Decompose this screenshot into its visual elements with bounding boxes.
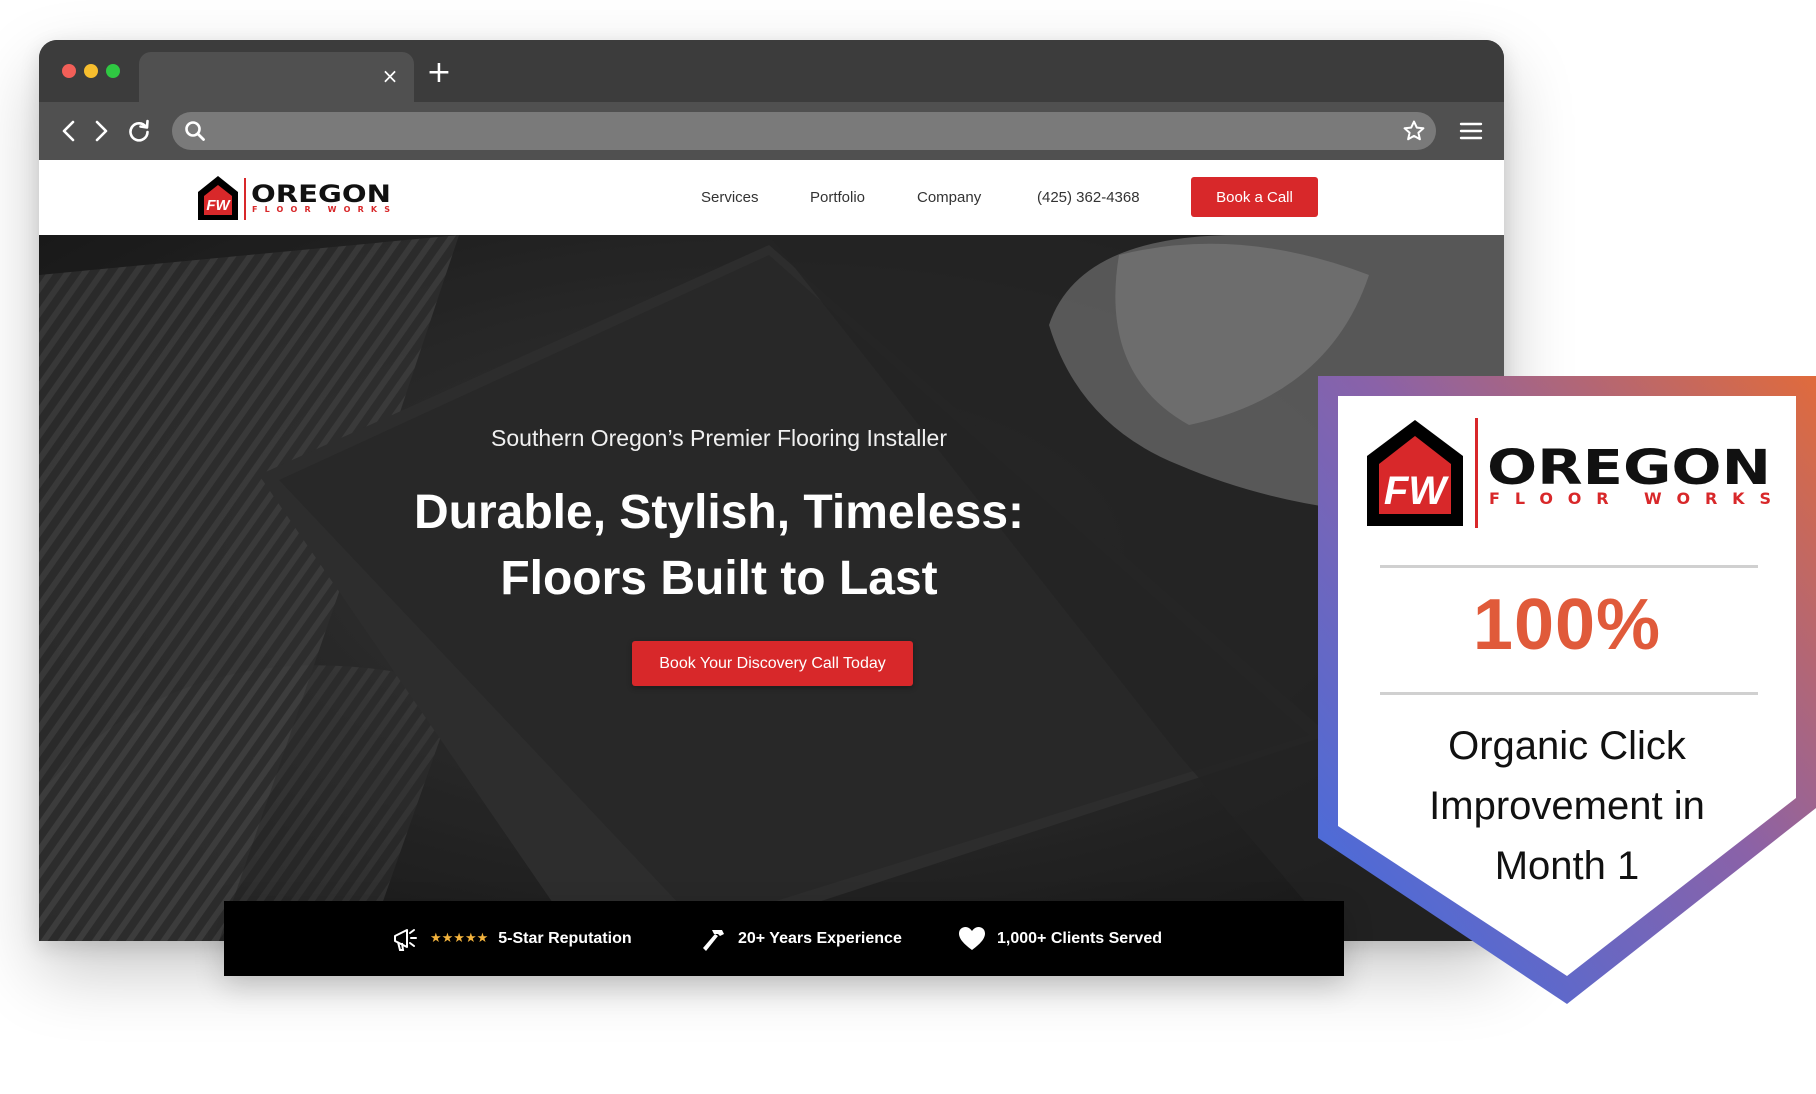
search-icon [182, 118, 208, 144]
badge-logo: FW OREGON FLOOR WORKS [1365, 416, 1775, 531]
badge-caption: Organic Click Improvement in Month 1 [1362, 716, 1772, 896]
hammer-icon [703, 929, 724, 951]
browser-toolbar [39, 102, 1504, 160]
heart-icon [959, 926, 985, 950]
hero-section: Southern Oregon’s Premier Flooring Insta… [39, 235, 1504, 941]
nav-phone[interactable]: (425) 362-4368 [1037, 189, 1140, 206]
badge-divider-bottom [1380, 692, 1758, 695]
badge-caption-line-3: Month 1 [1494, 844, 1640, 888]
stat-clients: 1,000+ Clients Served [957, 901, 1162, 976]
badge-logo-monogram: FW [1384, 469, 1449, 513]
badge-logo-name: OREGON [1487, 440, 1771, 496]
site-logo[interactable]: FW OREGON FLOOR WORKS [196, 172, 396, 224]
window-maximize-dot[interactable] [106, 64, 120, 78]
hero-subtitle: Southern Oregon’s Premier Flooring Insta… [491, 425, 947, 451]
book-discovery-call-button[interactable]: Book Your Discovery Call Today [632, 641, 913, 686]
megaphone-icon [394, 928, 417, 951]
stat-experience-label: 20+ Years Experience [738, 929, 902, 947]
browser-tab[interactable]: × [139, 52, 414, 102]
stat-reputation: ★★★★★ 5-Star Reputation [390, 901, 632, 976]
logo-name: OREGON [251, 180, 391, 208]
window-close-dot[interactable] [62, 64, 76, 78]
badge-caption-line-2: Improvement in [1429, 784, 1705, 828]
badge-stat-value: 100% [1472, 585, 1662, 665]
stat-clients-label: 1,000+ Clients Served [997, 929, 1162, 947]
five-star-rating: ★★★★★ [430, 931, 489, 946]
window-minimize-dot[interactable] [84, 64, 98, 78]
nav-company[interactable]: Company [917, 189, 981, 206]
tab-close-icon[interactable]: × [378, 64, 402, 88]
browser-titlebar: × + [39, 40, 1504, 102]
menu-icon[interactable] [1456, 116, 1486, 146]
hero-title-line-2: Floors Built to Last [500, 552, 938, 605]
badge-caption-line-1: Organic Click [1448, 724, 1686, 768]
results-badge: FW OREGON FLOOR WORKS 100% Organic Click… [1318, 376, 1816, 1004]
back-icon[interactable] [55, 116, 85, 146]
nav-portfolio[interactable]: Portfolio [810, 189, 865, 206]
hero-title: Durable, Stylish, Timeless: Floors Built… [294, 480, 1144, 612]
book-a-call-button[interactable]: Book a Call [1191, 177, 1318, 217]
logo-monogram: FW [206, 197, 231, 214]
stats-bar: ★★★★★ 5-Star Reputation 20+ Years Experi… [224, 901, 1344, 976]
page-canvas: × + FW OREGON FLOOR WORKS Services Portf… [0, 0, 1816, 1094]
hero-title-line-1: Durable, Stylish, Timeless: [413, 486, 1024, 539]
address-bar[interactable] [172, 112, 1436, 150]
site-header: FW OREGON FLOOR WORKS Services Portfolio… [39, 160, 1504, 235]
stat-reputation-label: 5-Star Reputation [498, 929, 632, 947]
bookmark-star-icon[interactable] [1402, 119, 1426, 143]
nav-services[interactable]: Services [701, 189, 759, 206]
badge-divider-top [1380, 565, 1758, 568]
new-tab-icon[interactable]: + [424, 58, 454, 88]
browser-window: × + FW OREGON FLOOR WORKS Services Portf… [39, 40, 1504, 941]
reload-icon[interactable] [124, 116, 154, 146]
forward-icon[interactable] [85, 116, 115, 146]
stat-experience: 20+ Years Experience [698, 901, 902, 976]
